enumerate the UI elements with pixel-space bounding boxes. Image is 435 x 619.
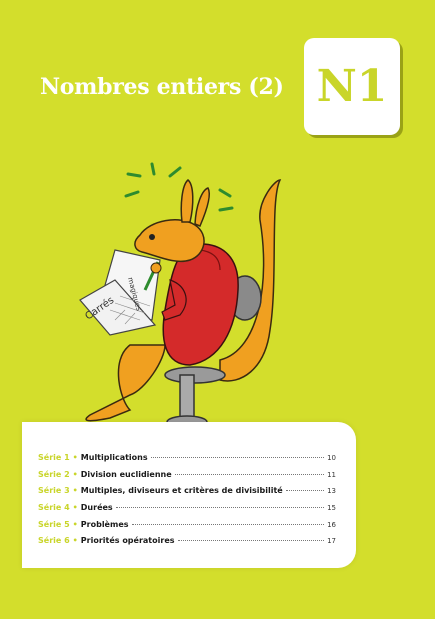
toc-page: 17 — [327, 537, 336, 546]
toc-serie: Série 5 — [38, 519, 70, 529]
toc-leader — [150, 457, 325, 458]
toc-leader — [177, 540, 325, 542]
toc-row[interactable]: Série 4 • Durées 15 — [38, 500, 336, 517]
toc-bullet: • — [72, 453, 78, 462]
toc-leader — [115, 507, 325, 509]
toc-leader — [285, 490, 325, 492]
toc-bullet: • — [72, 469, 78, 479]
toc-bullet: • — [72, 536, 78, 546]
toc-serie: Série 2 — [38, 469, 70, 479]
toc-page: 16 — [327, 520, 336, 529]
toc-topic: Multiples, diviseurs et critères de divi… — [80, 486, 283, 496]
toc-topic: Priorités opératoires — [80, 536, 175, 546]
toc-serie: Série 6 — [38, 536, 70, 546]
toc-row[interactable]: Série 3 • Multiples, diviseurs et critèr… — [38, 483, 336, 500]
toc-topic: Multiplications — [80, 453, 148, 462]
toc-row[interactable]: Série 1 • Multiplications 10 — [38, 450, 336, 467]
toc-leader — [174, 473, 325, 475]
toc-serie: Série 1 — [38, 453, 70, 462]
toc-leader — [131, 523, 325, 525]
chapter-title: Nombres entiers (2) — [40, 74, 284, 100]
chapter-badge: N1 — [304, 38, 400, 135]
toc-bullet: • — [72, 519, 78, 529]
toc-page: 11 — [327, 470, 336, 479]
toc-row[interactable]: Série 6 • Priorités opératoires 17 — [38, 533, 336, 550]
toc-row[interactable]: Série 2 • Division euclidienne 11 — [38, 467, 336, 484]
toc-serie: Série 4 — [38, 503, 70, 513]
toc-row[interactable]: Série 5 • Problèmes 16 — [38, 517, 336, 534]
toc-page: 13 — [327, 487, 336, 496]
toc-bullet: • — [72, 503, 78, 513]
toc-bullet: • — [72, 486, 78, 496]
toc-serie: Série 3 — [38, 486, 70, 496]
table-of-contents: Série 1 • Multiplications 10 Série 2 • D… — [22, 422, 356, 568]
stress-marks-icon — [124, 162, 234, 212]
kangaroo-illustration: Carrés magiques — [79, 162, 282, 429]
toc-topic: Division euclidienne — [80, 469, 172, 479]
newspaper-icon: Carrés magiques — [79, 249, 161, 336]
toc-page: 10 — [327, 454, 336, 462]
toc-topic: Problèmes — [80, 519, 129, 529]
toc-page: 15 — [327, 504, 336, 513]
chapter-badge-label: N1 — [316, 61, 388, 112]
toc-topic: Durées — [80, 503, 113, 513]
toc-list: Série 1 • Multiplications 10 Série 2 • D… — [38, 450, 336, 550]
